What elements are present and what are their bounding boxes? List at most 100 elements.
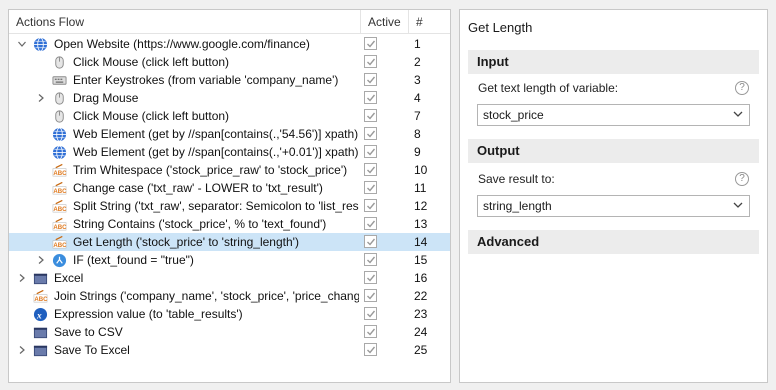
flow-row[interactable]: x Expression value (to 'table_results') 23 [9,305,450,323]
flow-row-label: Join Strings ('company_name', 'stock_pri… [54,289,359,303]
flow-row-number: 12 [414,199,428,213]
expand-right-chevron-icon[interactable] [16,341,28,359]
flow-row[interactable]: ABC Join Strings ('company_name', 'stock_… [9,287,450,305]
active-checkbox[interactable] [364,145,377,158]
flow-row[interactable]: Web Element (get by //span[contains(.,'+… [9,143,450,161]
active-checkbox[interactable] [364,289,377,302]
flow-row-number: 16 [414,271,428,285]
flow-row-label: Drag Mouse [73,91,139,105]
active-checkbox[interactable] [364,109,377,122]
active-checkbox[interactable] [364,55,377,68]
flow-row[interactable]: ABC Split String ('txt_raw', separator: S… [9,197,450,215]
flow-row[interactable]: ABC Trim Whitespace ('stock_price_raw' to… [9,161,450,179]
flow-row-label: Save To Excel [54,343,130,357]
flow-row-label: Change case ('txt_raw' - LOWER to 'txt_r… [73,181,323,195]
flow-row[interactable]: Drag Mouse 4 [9,89,450,107]
active-checkbox[interactable] [364,325,377,338]
output-variable-value: string_length [483,199,552,213]
flow-row[interactable]: Save to CSV 24 [9,323,450,341]
chevron-down-icon [733,202,743,208]
expand-right-chevron-icon[interactable] [35,251,47,269]
abc-text-icon: ABC [52,217,67,232]
flow-row-label: Get Length ('stock_price' to 'string_len… [73,235,299,249]
active-checkbox[interactable] [364,271,377,284]
section-advanced-header[interactable]: Advanced [468,230,759,254]
flow-row-label: Excel [54,271,84,285]
flow-row-label: Save to CSV [54,325,123,339]
flow-row-number: 11 [414,181,427,195]
svg-text:ABC: ABC [53,206,67,213]
flow-row-number: 23 [414,307,428,321]
active-checkbox[interactable] [364,73,377,86]
flow-row[interactable]: IF (text_found = "true") 15 [9,251,450,269]
flow-row[interactable]: ABC Change case ('txt_raw' - LOWER to 'tx… [9,179,450,197]
active-checkbox[interactable] [364,91,377,104]
mouse-icon [52,91,67,106]
globe-icon [52,127,67,142]
flow-row-number: 10 [414,163,428,177]
flow-row-label: Enter Keystrokes (from variable 'company… [73,73,339,87]
flow-row[interactable]: ABC String Contains ('stock_price', % to … [9,215,450,233]
active-checkbox[interactable] [364,253,377,266]
chevron-down-icon [733,111,743,117]
flow-row-number: 7 [414,109,421,123]
column-header-actions[interactable]: Actions Flow [16,10,366,34]
column-header-number[interactable]: # [408,10,450,34]
window-icon [33,343,48,358]
active-checkbox[interactable] [364,127,377,140]
active-checkbox[interactable] [364,217,377,230]
flow-row[interactable]: Open Website (https://www.google.com/fin… [9,35,450,53]
abc-text-icon: ABC [52,235,67,250]
flow-row[interactable]: Click Mouse (click left button) 7 [9,107,450,125]
flow-row-number: 13 [414,217,428,231]
flow-row-number: 24 [414,325,428,339]
mouse-icon [52,109,67,124]
output-help-icon[interactable]: ? [735,172,749,186]
flow-row[interactable]: ABC Get Length ('stock_price' to 'string_… [9,233,450,251]
active-checkbox[interactable] [364,199,377,212]
flow-row[interactable]: Save To Excel 25 [9,341,450,359]
abc-text-icon: ABC [52,199,67,214]
section-output-header[interactable]: Output [468,139,759,163]
input-variable-select[interactable]: stock_price [477,104,750,126]
actions-flow-panel: Actions Flow Active # Open Website (http… [8,9,451,383]
flow-row[interactable]: Enter Keystrokes (from variable 'company… [9,71,450,89]
input-help-icon[interactable]: ? [735,81,749,95]
flow-row-label: Click Mouse (click left button) [73,55,230,69]
active-checkbox[interactable] [364,307,377,320]
expand-down-chevron-icon[interactable] [16,35,28,53]
flow-row-label: Web Element (get by //span[contains(.,'5… [73,127,359,141]
input-variable-label: Get text length of variable: [478,81,619,95]
flow-row[interactable]: Click Mouse (click left button) 2 [9,53,450,71]
flow-row-label: Expression value (to 'table_results') [54,307,243,321]
flow-row-number: 1 [414,37,421,51]
flow-row-label: Open Website (https://www.google.com/fin… [54,37,310,51]
output-variable-select[interactable]: string_length [477,195,750,217]
section-input-header[interactable]: Input [468,50,759,74]
expand-right-chevron-icon[interactable] [16,269,28,287]
expand-right-chevron-icon[interactable] [35,89,47,107]
svg-text:ABC: ABC [53,242,67,249]
abc-text-icon: ABC [52,181,67,196]
column-header-active[interactable]: Active [360,10,408,34]
active-checkbox[interactable] [364,343,377,356]
svg-text:x: x [36,311,42,321]
active-checkbox[interactable] [364,37,377,50]
active-checkbox[interactable] [364,181,377,194]
input-variable-value: stock_price [483,108,544,122]
flow-row[interactable]: Excel 16 [9,269,450,287]
flow-row-label: Web Element (get by //span[contains(.,'+… [73,145,359,159]
flow-row-label: Split String ('txt_raw', separator: Semi… [73,199,359,213]
flow-row-label: String Contains ('stock_price', % to 'te… [73,217,327,231]
flow-row-number: 15 [414,253,428,267]
abc-text-icon: ABC [52,163,67,178]
flow-row-number: 3 [414,73,421,87]
flow-row-number: 4 [414,91,421,105]
flow-row-label: IF (text_found = "true") [73,253,194,267]
properties-title: Get Length [468,20,533,35]
mouse-icon [52,55,67,70]
active-checkbox[interactable] [364,235,377,248]
active-checkbox[interactable] [364,163,377,176]
flow-row[interactable]: Web Element (get by //span[contains(.,'5… [9,125,450,143]
flow-row-number: 14 [414,235,428,249]
